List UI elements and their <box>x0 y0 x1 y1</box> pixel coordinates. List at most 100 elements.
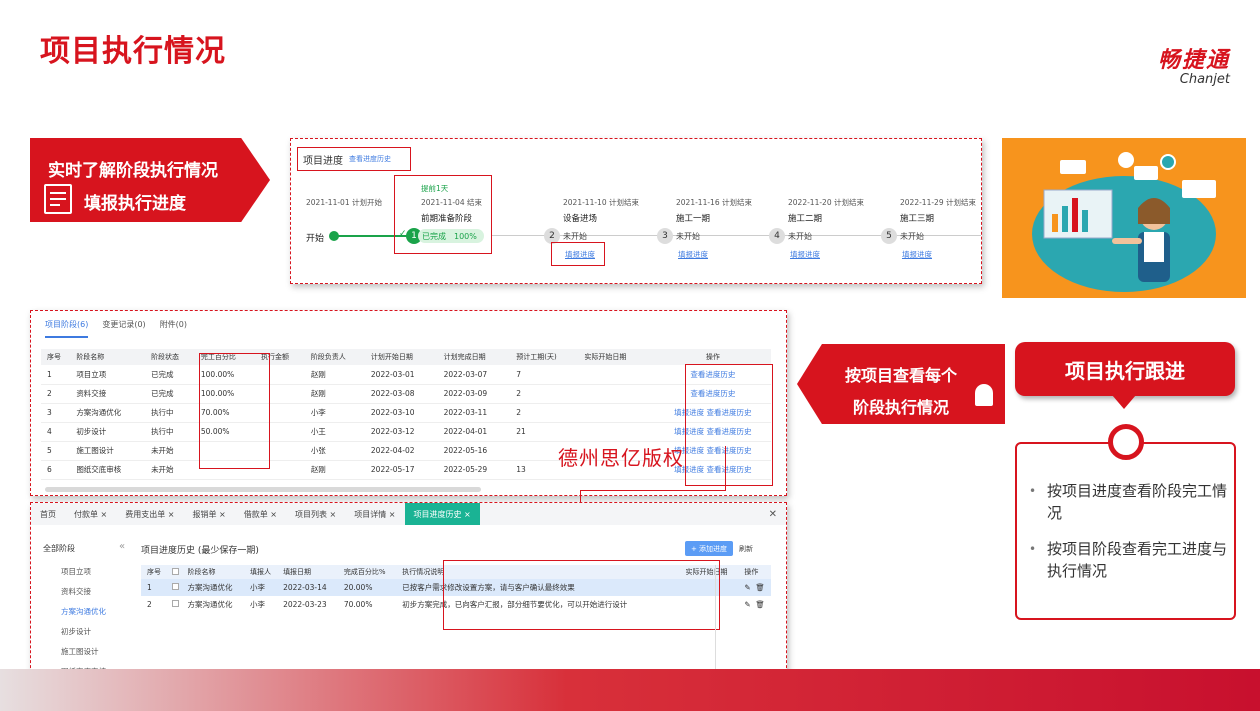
nav-item[interactable]: 初步设计 <box>43 626 131 637</box>
table-row: 2 资料交接 已完成 100.00% 赵刚 2022-03-08 2022-03-09 2 查看… <box>41 384 771 404</box>
stage-1: 2021-11-04 结束 前期准备阶段 <box>421 198 482 224</box>
stage-node-3: 3 <box>657 228 673 244</box>
stage-2-status: 未开始 <box>563 232 587 241</box>
nav-item[interactable]: 项目立项 <box>43 566 131 577</box>
done-pct: 100% <box>454 231 477 241</box>
col-header: 填报日期 <box>277 565 338 579</box>
table-cell: 2022-03-01 <box>364 365 438 385</box>
col-header <box>165 565 182 579</box>
table-cell: 1 <box>41 365 71 385</box>
bottom-band <box>0 669 1260 711</box>
stage-2: 2021-11-10 计划结束 设备进场 <box>563 198 639 224</box>
operation-highlight <box>685 364 773 486</box>
delete-icon[interactable]: 🗑 <box>755 600 765 609</box>
tab-project-list[interactable]: 项目列表 × <box>286 509 345 520</box>
table-cell: 2022-03-08 <box>364 384 438 404</box>
list-item: 按项目进度查看阶段完工情况 <box>1027 480 1227 524</box>
col-header: 阶段负责人 <box>304 349 365 365</box>
nav-item[interactable]: 施工图设计 <box>43 646 131 657</box>
callout-line2: 填报执行进度 <box>84 194 186 214</box>
follow-up-card: 按项目进度查看阶段完工情况 按项目阶段查看完工进度与执行情况 <box>1015 442 1236 620</box>
tab-project-stages[interactable]: 项目阶段(6) <box>45 319 89 338</box>
fill-progress-link-2[interactable]: 填报进度 <box>565 249 595 260</box>
row-checkbox[interactable] <box>171 583 179 590</box>
table-cell: 小李 <box>243 579 278 596</box>
refresh-button[interactable]: 刷新 <box>739 544 753 554</box>
nav-item[interactable]: 方案沟通优化 <box>43 606 131 617</box>
table-cell: 执行中 <box>145 422 195 442</box>
table-cell: 方案沟通优化 <box>187 600 233 609</box>
logo-en: Chanjet <box>1179 72 1230 87</box>
table-row: 4 初步设计 执行中 50.00% 小王 2022-03-12 2022-04-01 21 填报… <box>41 422 771 442</box>
tab-project-detail[interactable]: 项目详情 × <box>345 509 404 520</box>
done-pill: 已完成 100% <box>418 229 484 243</box>
tab-progress-history[interactable]: 项目进度历史 × <box>404 503 480 525</box>
table-cell: 2 <box>510 384 579 404</box>
stage-5: 2022-11-29 计划结束 施工三期 <box>900 198 976 224</box>
stage-tabs: 项目阶段(6) 变更记录(0) 附件(0) <box>45 319 187 338</box>
table-row: 1 项目立项 已完成 100.00% 赵刚 2022-03-01 2022-03-07 7 查看… <box>41 365 771 385</box>
col-header: 序号 <box>41 349 71 365</box>
row-checkbox[interactable] <box>171 600 179 607</box>
edit-icon[interactable]: ✎ <box>744 583 750 592</box>
table-cell: 2 <box>41 384 71 404</box>
select-all-checkbox[interactable] <box>171 567 179 575</box>
table-cell <box>578 365 649 385</box>
row-actions: ✎ 🗑 <box>738 579 771 596</box>
edit-icon[interactable]: ✎ <box>744 600 750 609</box>
progress-title: 项目进度 <box>303 155 343 167</box>
table-cell: 已完成 <box>145 384 195 404</box>
row-actions: ✎ 🗑 <box>738 596 771 613</box>
table-cell: 赵刚 <box>304 365 365 385</box>
fill-progress-link-5[interactable]: 填报进度 <box>902 249 932 260</box>
table-cell: 2022-04-01 <box>437 422 511 442</box>
table-cell: 施工图设计 <box>70 441 146 461</box>
stage-3: 2021-11-16 计划结束 施工一期 <box>676 198 752 224</box>
callout-view-stage: 按项目查看每个 阶段执行情况 <box>797 344 1005 424</box>
table-cell: 3 <box>41 403 71 423</box>
fill-progress-link-4[interactable]: 填报进度 <box>790 249 820 260</box>
start-label: 开始 <box>306 234 325 244</box>
col-header: 填报人 <box>243 565 278 579</box>
fill-progress-link-3[interactable]: 填报进度 <box>678 249 708 260</box>
tab-loan[interactable]: 借款单 × <box>235 509 286 520</box>
tab-expense[interactable]: 费用支出单 × <box>116 509 183 520</box>
stage-node-5: 5 <box>881 228 897 244</box>
row-checkbox-cell <box>165 579 182 596</box>
nav-head[interactable]: 全部阶段 <box>43 543 131 554</box>
table-cell: 初步设计 <box>70 422 146 442</box>
table-cell: 小李 <box>304 403 365 423</box>
delete-icon[interactable]: 🗑 <box>755 583 765 592</box>
page-title: 项目执行情况 <box>40 34 226 69</box>
tab-home[interactable]: 首页 <box>31 509 65 520</box>
row-checkbox-cell <box>166 596 182 613</box>
close-icon[interactable]: ✕ <box>760 509 786 520</box>
collapse-icon[interactable]: « <box>119 541 125 552</box>
add-progress-button[interactable]: + 添加进度 <box>685 541 733 556</box>
stage-4-status: 未开始 <box>788 232 812 241</box>
follow-up-title: 项目执行跟进 <box>1015 342 1235 396</box>
history-title: 项目进度历史 (最少保存一期) <box>141 546 259 556</box>
table-cell: 2 <box>510 403 579 423</box>
tab-reimburse[interactable]: 报销单 × <box>184 509 235 520</box>
tab-change-records[interactable]: 变更记录(0) <box>102 319 145 338</box>
stage-4: 2022-11-20 计划结束 施工二期 <box>788 198 864 224</box>
table-cell: 2 <box>147 600 152 609</box>
callout-mid-line1: 按项目查看每个 <box>845 366 958 385</box>
nav-item[interactable]: 资料交接 <box>43 586 131 597</box>
tab-payment[interactable]: 付款单 × <box>65 509 116 520</box>
callout-realtime-stage: 实时了解阶段执行情况 填报执行进度 <box>30 138 270 222</box>
progress-history-panel: 首页 付款单 × 费用支出单 × 报销单 × 借款单 × 项目列表 × 项目详情… <box>30 502 787 678</box>
window-tabs: 首页 付款单 × 费用支出单 × 报销单 × 借款单 × 项目列表 × 项目详情… <box>31 503 786 525</box>
table-cell <box>578 403 649 423</box>
table-cell: 2022-05-16 <box>437 441 511 461</box>
table-cell: 2022-03-14 <box>277 579 338 596</box>
callout-line1: 实时了解阶段执行情况 <box>48 161 218 181</box>
description-highlight <box>443 560 720 630</box>
horizontal-scrollbar[interactable] <box>45 487 481 492</box>
tab-attachments[interactable]: 附件(0) <box>160 319 187 338</box>
table-cell: 2022-05-29 <box>437 460 511 480</box>
view-history-link[interactable]: 查看进度历史 <box>349 154 391 164</box>
table-cell: 2022-03-09 <box>437 384 511 404</box>
col-header: 操作 <box>738 565 771 579</box>
